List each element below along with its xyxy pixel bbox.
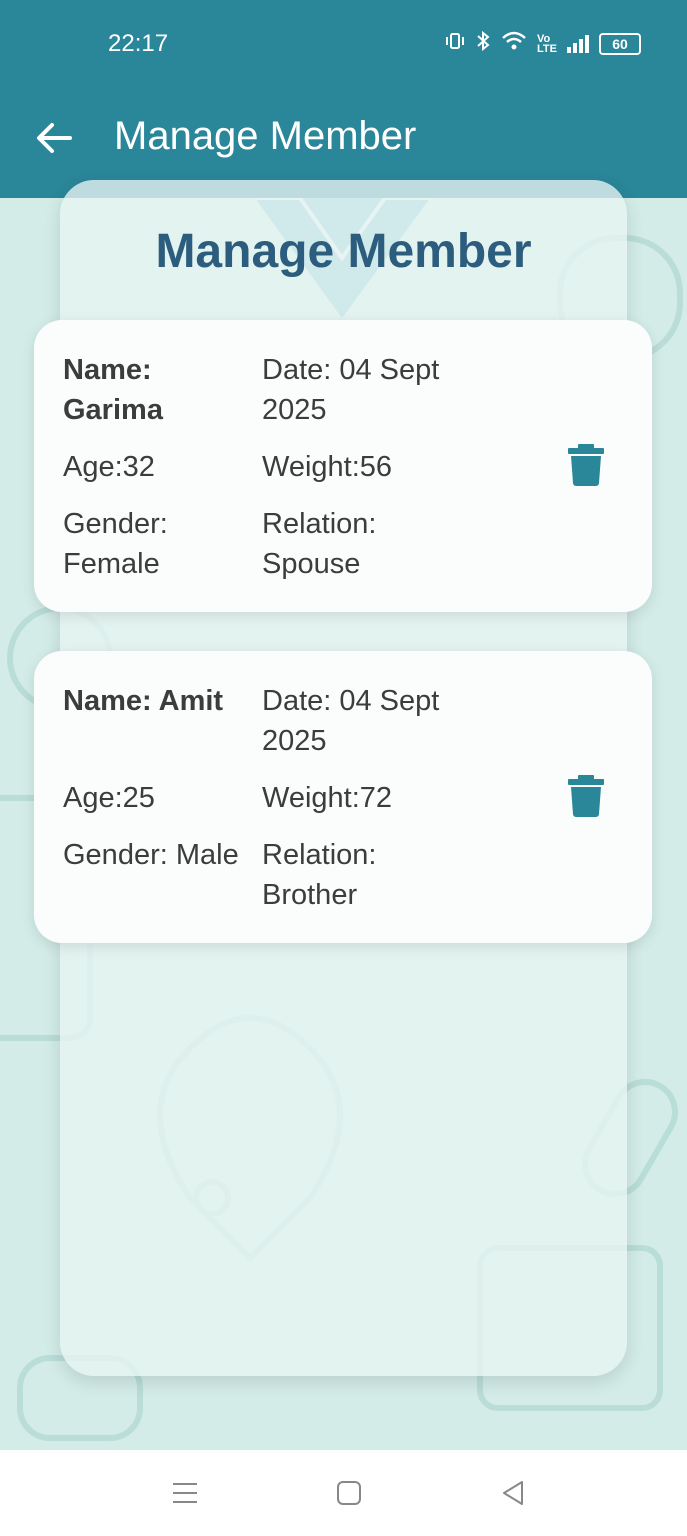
back-nav-button[interactable]: [498, 1478, 528, 1508]
recent-apps-button[interactable]: [170, 1478, 200, 1508]
member-gender-label: Gender:: [63, 508, 168, 540]
status-time: 22:17: [108, 30, 169, 57]
app-bar-title: Manage Member: [114, 114, 417, 158]
member-name: Name: Amit: [63, 685, 224, 717]
member-gender: Female: [63, 548, 160, 580]
wifi-icon: [501, 30, 527, 58]
volte-icon: Vo LTE: [537, 33, 557, 55]
member-date: Date: 04 Sept: [262, 354, 440, 386]
member-relation-label: Relation:: [262, 508, 377, 540]
system-nav-bar: [0, 1450, 687, 1536]
battery-icon: 60: [599, 33, 641, 55]
menu-icon: [173, 1483, 197, 1503]
triangle-back-icon: [503, 1481, 523, 1505]
member-relation: Spouse: [262, 548, 361, 580]
square-icon: [337, 1481, 361, 1505]
member-name-label: Name:: [63, 354, 152, 386]
signal-icon: [567, 35, 589, 53]
home-button[interactable]: [334, 1478, 364, 1508]
delete-button[interactable]: [568, 444, 604, 486]
trash-icon: [568, 775, 604, 817]
member-age: Age:32: [63, 451, 155, 483]
delete-button[interactable]: [568, 775, 604, 817]
app-top-bar: 22:17 Vo LTE 60 Manage Member: [0, 0, 687, 198]
back-button[interactable]: [34, 118, 74, 158]
page-title: Manage Member: [155, 225, 532, 278]
member-date-year: 2025: [262, 394, 327, 426]
member-card: Name: Amit Date: 04 Sept 2025 Age:25 Wei…: [34, 651, 652, 943]
member-relation-label: Relation:: [262, 839, 377, 871]
trash-icon: [568, 444, 604, 486]
bluetooth-icon: [475, 30, 491, 58]
member-weight: Weight:72: [262, 782, 393, 814]
vibrate-icon: [445, 31, 465, 57]
member-relation: Brother: [262, 879, 358, 911]
member-date: Date: 04 Sept: [262, 685, 440, 717]
member-date-year: 2025: [262, 725, 327, 757]
member-age: Age:25: [63, 782, 155, 814]
status-icons: Vo LTE 60: [445, 30, 641, 58]
member-card: Name: Garima Date: 04 Sept 2025 Age:32 W…: [34, 320, 652, 612]
member-weight: Weight:56: [262, 451, 393, 483]
arrow-left-icon: [37, 123, 72, 153]
member-name: Garima: [63, 394, 163, 426]
member-gender: Gender: Male: [63, 839, 239, 871]
